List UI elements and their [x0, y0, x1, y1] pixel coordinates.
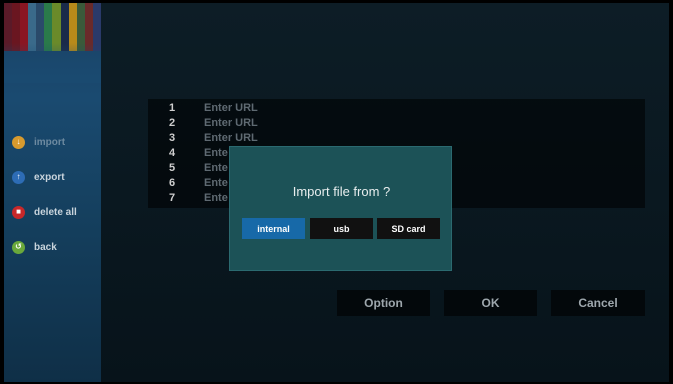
import-dialog: Import file from ? internal usb SD card	[229, 146, 452, 271]
url-row-number: 6	[169, 176, 176, 189]
sidebar-fade	[4, 43, 101, 83]
url-row-value: Ente	[204, 146, 228, 159]
sidebar-item-export[interactable]: ↑ export	[12, 168, 65, 186]
sidebar-item-import[interactable]: ↓ import	[12, 133, 65, 151]
url-row-6[interactable]: 6 Ente	[148, 176, 228, 189]
sidebar: ↓ import ↑ export ■ delete all ↺ back	[4, 3, 101, 382]
url-row-3[interactable]: 3 Enter URL	[148, 131, 258, 144]
url-row-value: Enter URL	[204, 131, 258, 144]
url-row-number: 4	[169, 146, 176, 159]
cancel-button[interactable]: Cancel	[551, 290, 645, 316]
sidebar-item-label: export	[34, 171, 65, 183]
internal-button[interactable]: internal	[242, 218, 305, 239]
option-button[interactable]: Option	[337, 290, 430, 316]
url-row-number: 7	[169, 191, 176, 204]
url-row-number: 2	[169, 116, 176, 129]
url-row-number: 1	[169, 101, 176, 114]
dialog-title: Import file from ?	[292, 184, 391, 199]
trash-icon: ■	[12, 205, 25, 219]
screen: ↓ import ↑ export ■ delete all ↺ back 1 …	[4, 3, 669, 382]
sidebar-item-label: delete all	[34, 206, 77, 218]
back-icon: ↺	[12, 240, 25, 254]
url-row-number: 3	[169, 131, 176, 144]
url-row-value: Ente	[204, 161, 228, 174]
url-row-5[interactable]: 5 Ente	[148, 161, 228, 174]
url-row-4[interactable]: 4 Ente	[148, 146, 228, 159]
url-row-value: Ente	[204, 191, 228, 204]
sidebar-item-delete-all[interactable]: ■ delete all	[12, 203, 77, 221]
url-row-value: Enter URL	[204, 116, 258, 129]
download-icon: ↓	[12, 135, 25, 149]
url-row-number: 5	[169, 161, 176, 174]
sidebar-item-back[interactable]: ↺ back	[12, 238, 57, 256]
upload-icon: ↑	[12, 170, 25, 184]
sidebar-item-label: import	[34, 136, 66, 148]
url-row-value: Enter URL	[204, 101, 258, 114]
sdcard-button[interactable]: SD card	[377, 218, 440, 239]
url-row-7[interactable]: 7 Ente	[148, 191, 228, 204]
url-row-value: Ente	[204, 176, 228, 189]
usb-button[interactable]: usb	[310, 218, 373, 239]
url-row-1[interactable]: 1 Enter URL	[148, 101, 258, 114]
sidebar-item-label: back	[34, 241, 57, 253]
ok-button[interactable]: OK	[444, 290, 537, 316]
url-row-2[interactable]: 2 Enter URL	[148, 116, 258, 129]
